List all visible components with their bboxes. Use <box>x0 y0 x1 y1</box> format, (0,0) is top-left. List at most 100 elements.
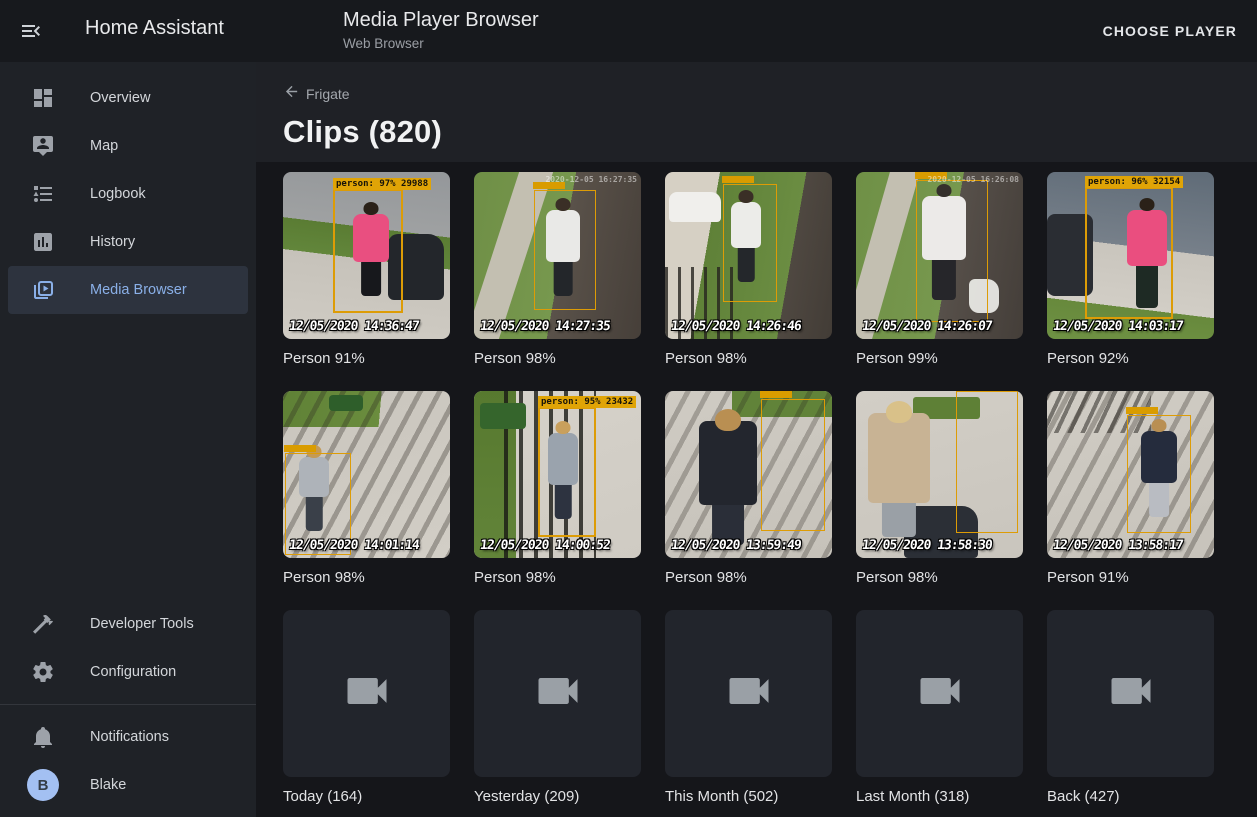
folder-card[interactable]: Last Month (318) <box>856 610 1023 807</box>
sidebar-spacer <box>0 314 256 600</box>
sidebar-item-history[interactable]: History <box>8 218 248 266</box>
sidebar-item-label: History <box>90 234 135 250</box>
sidebar-item-configuration[interactable]: Configuration <box>8 648 248 696</box>
sidebar-item-label: Developer Tools <box>90 616 194 632</box>
avatar: B <box>27 769 59 801</box>
detection-label: person: 97% 29988 <box>333 178 431 190</box>
detection-bounding-box <box>916 180 988 322</box>
folder-card[interactable]: Back (427) <box>1047 610 1214 807</box>
media-grid: person: 97% 29988 12/05/2020 14:36:47 Pe… <box>256 162 1257 807</box>
clip-card[interactable]: 2020-12-05 16:27:35 12/05/2020 14:27:35 … <box>474 172 641 369</box>
detection-bounding-box: person: 96% 32154 <box>1085 187 1173 319</box>
person-figure <box>699 421 757 505</box>
folder-caption: Back (427) <box>1047 787 1214 807</box>
clip-card[interactable]: person: 96% 32154 12/05/2020 14:03:17 Pe… <box>1047 172 1214 369</box>
sidebar-item-label: Logbook <box>90 186 146 202</box>
sidebar-toggle-button[interactable] <box>18 19 44 45</box>
breadcrumb-label: Frigate <box>306 86 350 102</box>
person-figure <box>868 413 930 503</box>
clip-timestamp-overlay: 12/05/2020 14:00:52 <box>479 538 610 553</box>
sidebar-item-label: Media Browser <box>90 282 187 298</box>
clip-card[interactable]: 12/05/2020 13:58:17 Person 91% <box>1047 391 1214 588</box>
detection-bounding-box <box>1127 415 1191 533</box>
back-arrow-icon <box>283 83 300 105</box>
clip-timestamp-overlay: 12/05/2020 13:59:49 <box>670 538 801 553</box>
clip-card[interactable]: 12/05/2020 13:58:30 Person 98% <box>856 391 1023 588</box>
sidebar-item-overview[interactable]: Overview <box>8 74 248 122</box>
clip-card[interactable]: 12/05/2020 13:59:49 Person 98% <box>665 391 832 588</box>
folder-thumbnail[interactable] <box>665 610 832 777</box>
clip-timestamp-overlay: 12/05/2020 14:36:47 <box>288 319 419 334</box>
gear-icon <box>31 660 55 684</box>
camera-osd-timestamp: 2020-12-05 16:26:08 <box>927 175 1019 184</box>
clip-caption: Person 98% <box>474 568 641 588</box>
sidebar-item-profile[interactable]: B Blake <box>8 761 248 809</box>
clip-thumbnail[interactable]: 12/05/2020 14:26:46 <box>665 172 832 339</box>
clip-caption: Person 99% <box>856 349 1023 369</box>
folder-thumbnail[interactable] <box>474 610 641 777</box>
clip-caption: Person 91% <box>1047 568 1214 588</box>
clip-thumbnail[interactable]: person: 96% 32154 12/05/2020 14:03:17 <box>1047 172 1214 339</box>
sidebar-item-media-browser[interactable]: Media Browser <box>8 266 248 314</box>
sidebar-item-notifications[interactable]: Notifications <box>8 713 248 761</box>
sidebar-item-logbook[interactable]: Logbook <box>8 170 248 218</box>
clip-caption: Person 91% <box>283 349 450 369</box>
media-browser-icon <box>31 278 55 302</box>
view-title-block: Media Player Browser Web Browser <box>343 9 539 51</box>
view-title: Media Player Browser <box>343 9 539 32</box>
folder-card[interactable]: This Month (502) <box>665 610 832 807</box>
folder-caption: Last Month (318) <box>856 787 1023 807</box>
clip-thumbnail[interactable]: person: 97% 29988 12/05/2020 14:36:47 <box>283 172 450 339</box>
clip-card[interactable]: 2020-12-05 16:26:08 12/05/2020 14:26:07 … <box>856 172 1023 369</box>
folder-thumbnail[interactable] <box>856 610 1023 777</box>
folder-card[interactable]: Today (164) <box>283 610 450 807</box>
clip-caption: Person 98% <box>665 349 832 369</box>
menu-open-icon <box>19 31 43 46</box>
clip-card[interactable]: 12/05/2020 14:26:46 Person 98% <box>665 172 832 369</box>
detection-bounding-box <box>723 184 777 302</box>
clip-thumbnail[interactable]: 12/05/2020 14:01:14 <box>283 391 450 558</box>
clip-thumbnail[interactable]: 12/05/2020 13:58:30 <box>856 391 1023 558</box>
app-title: Home Assistant <box>85 17 224 40</box>
clip-thumbnail[interactable]: person: 95% 23432 12/05/2020 14:00:52 <box>474 391 641 558</box>
clip-card[interactable]: 12/05/2020 14:01:14 Person 98% <box>283 391 450 588</box>
sidebar-item-label: Overview <box>90 90 150 106</box>
clip-caption: Person 92% <box>1047 349 1214 369</box>
clip-caption: Person 98% <box>856 568 1023 588</box>
clip-timestamp-overlay: 12/05/2020 13:58:30 <box>861 538 992 553</box>
view-subtitle: Web Browser <box>343 36 539 51</box>
breadcrumb[interactable]: Frigate <box>283 83 350 105</box>
clip-card[interactable]: person: 97% 29988 12/05/2020 14:36:47 Pe… <box>283 172 450 369</box>
video-camera-icon <box>341 665 393 722</box>
top-app-bar: Home Assistant Media Player Browser Web … <box>0 0 1257 62</box>
camera-osd-timestamp: 2020-12-05 16:27:35 <box>545 175 637 184</box>
detection-bounding-box <box>761 399 825 531</box>
sidebar-item-developer-tools[interactable]: Developer Tools <box>8 600 248 648</box>
clip-thumbnail[interactable]: 2020-12-05 16:26:08 12/05/2020 14:26:07 <box>856 172 1023 339</box>
clip-timestamp-overlay: 12/05/2020 14:26:07 <box>861 319 992 334</box>
folder-card[interactable]: Yesterday (209) <box>474 610 641 807</box>
clip-thumbnail[interactable]: 12/05/2020 13:59:49 <box>665 391 832 558</box>
clip-thumbnail[interactable]: 2020-12-05 16:27:35 12/05/2020 14:27:35 <box>474 172 641 339</box>
clip-thumbnail[interactable]: 12/05/2020 13:58:17 <box>1047 391 1214 558</box>
folder-thumbnail[interactable] <box>283 610 450 777</box>
clip-caption: Person 98% <box>474 349 641 369</box>
folder-caption: Today (164) <box>283 787 450 807</box>
clip-timestamp-overlay: 12/05/2020 13:58:17 <box>1052 538 1183 553</box>
folder-caption: This Month (502) <box>665 787 832 807</box>
media-browser-content: Frigate Clips (820) person: 97% 29988 12… <box>256 62 1257 817</box>
video-camera-icon <box>1105 665 1157 722</box>
sidebar-divider <box>0 704 256 705</box>
dashboard-icon <box>31 86 55 110</box>
sidebar-item-map[interactable]: Map <box>8 122 248 170</box>
detection-bounding-box: person: 95% 23432 <box>538 407 596 537</box>
clip-timestamp-overlay: 12/05/2020 14:27:35 <box>479 319 610 334</box>
video-camera-icon <box>532 665 584 722</box>
map-icon <box>31 134 55 158</box>
clip-card[interactable]: person: 95% 23432 12/05/2020 14:00:52 Pe… <box>474 391 641 588</box>
sidebar-item-label: Notifications <box>90 729 169 745</box>
bell-icon <box>31 725 55 749</box>
folder-thumbnail[interactable] <box>1047 610 1214 777</box>
choose-player-button[interactable]: CHOOSE PLAYER <box>1103 23 1237 39</box>
detection-bounding-box <box>534 190 596 310</box>
